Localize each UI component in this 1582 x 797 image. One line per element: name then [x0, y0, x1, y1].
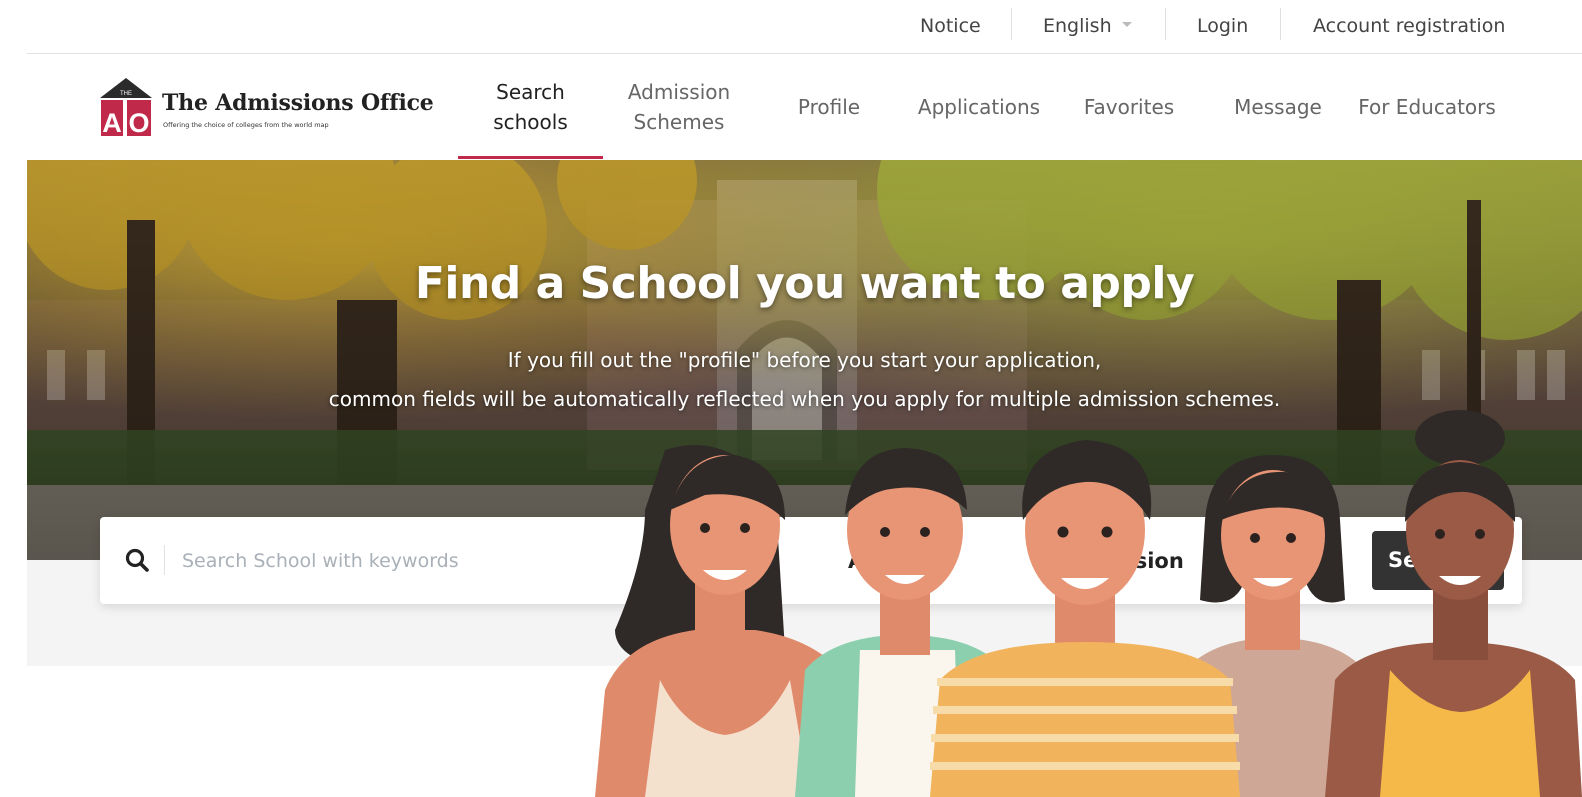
logo-mark-o: O: [128, 108, 149, 138]
language-label: English: [1043, 15, 1112, 37]
nav-applications[interactable]: Applications: [905, 55, 1053, 159]
language-select[interactable]: English: [1043, 0, 1132, 54]
utility-separator: [1165, 8, 1166, 40]
nav-label: Applications: [917, 95, 1041, 119]
utility-separator: [1011, 8, 1012, 40]
hero-title: Find a School you want to apply: [414, 258, 1195, 309]
nav-label: Profile: [797, 95, 861, 119]
nav-profile[interactable]: Profile: [780, 55, 878, 159]
brand-name: The Admissions Office: [162, 90, 434, 116]
brand-tagline: Offering the choice of colleges from the…: [163, 121, 329, 129]
admissions-office-logo-icon: A O THE: [100, 78, 152, 138]
logo-mark-a: A: [102, 108, 122, 138]
hero-subtitle-line2: common fields will be automatically refl…: [328, 387, 1281, 411]
nav-admission-schemes[interactable]: Admission Schemes: [608, 55, 750, 159]
student-5: [1325, 410, 1582, 797]
nav-label-line2: Schemes: [633, 110, 725, 134]
nav-label: Message: [1234, 95, 1322, 119]
utility-separator: [1280, 8, 1281, 40]
nav-label-line1: Search: [496, 80, 565, 104]
chevron-down-icon: [1121, 22, 1132, 27]
nav-label-line1: Admission: [627, 80, 731, 104]
nav-search-schools[interactable]: Search schools: [458, 55, 603, 159]
nav-label-line2: schools: [493, 110, 568, 134]
student-3: [930, 440, 1240, 797]
search-divider: [164, 545, 165, 575]
search-icon[interactable]: [124, 547, 152, 575]
nav-label: Favorites: [1083, 95, 1175, 119]
nav-favorites[interactable]: Favorites: [1072, 55, 1186, 159]
brand-logo[interactable]: A O THE The Admissions Office Offering t…: [98, 76, 438, 140]
nav-label: For Educators: [1358, 95, 1496, 119]
login-link[interactable]: Login: [1197, 0, 1248, 54]
main-nav: A O THE The Admissions Office Offering t…: [0, 55, 1582, 159]
logo-roof-text: THE: [120, 91, 132, 97]
utility-bar: Notice English Login Account registratio…: [27, 0, 1582, 54]
nav-for-educators[interactable]: For Educators: [1352, 55, 1502, 159]
notice-link[interactable]: Notice: [920, 0, 981, 54]
nav-message[interactable]: Message: [1224, 55, 1332, 159]
account-registration-link[interactable]: Account registration: [1313, 0, 1505, 54]
hero-subtitle-line1: If you fill out the "profile" before you…: [507, 348, 1102, 372]
active-tab-indicator: [458, 156, 603, 159]
students-illustration: [595, 410, 1582, 797]
